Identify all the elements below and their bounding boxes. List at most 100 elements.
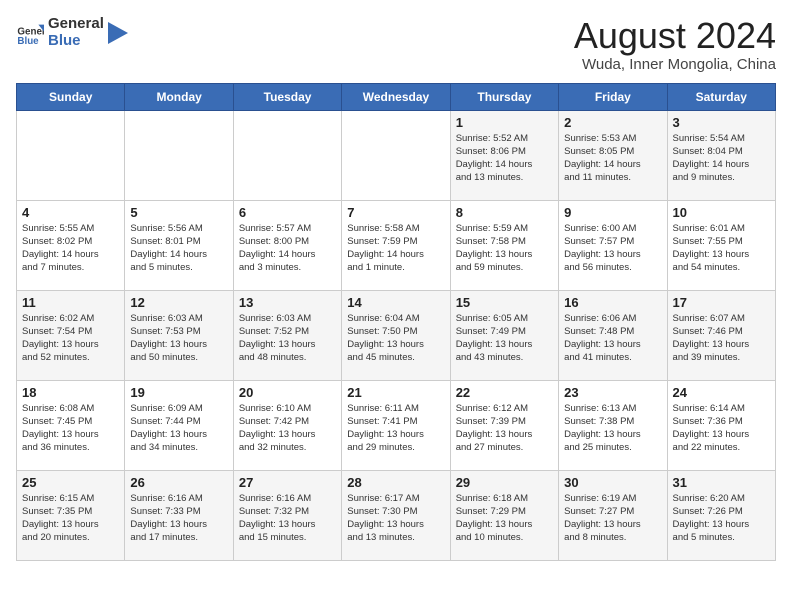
day-number: 4 — [22, 205, 119, 220]
calendar-cell: 24Sunrise: 6:14 AM Sunset: 7:36 PM Dayli… — [667, 380, 775, 470]
day-info: Sunrise: 5:56 AM Sunset: 8:01 PM Dayligh… — [130, 222, 227, 275]
header-day-wednesday: Wednesday — [342, 83, 450, 110]
day-info: Sunrise: 6:11 AM Sunset: 7:41 PM Dayligh… — [347, 402, 444, 455]
calendar-cell — [17, 110, 125, 200]
day-number: 2 — [564, 115, 661, 130]
header-day-tuesday: Tuesday — [233, 83, 341, 110]
day-number: 18 — [22, 385, 119, 400]
day-info: Sunrise: 6:09 AM Sunset: 7:44 PM Dayligh… — [130, 402, 227, 455]
logo-text-blue: Blue — [48, 33, 104, 50]
day-info: Sunrise: 5:57 AM Sunset: 8:00 PM Dayligh… — [239, 222, 336, 275]
day-info: Sunrise: 6:16 AM Sunset: 7:32 PM Dayligh… — [239, 492, 336, 545]
calendar-cell: 30 Sunrise: 6:19 AM Sunset: 7:27 PM Dayli… — [559, 470, 667, 560]
day-number: 19 — [130, 385, 227, 400]
day-number: 26 — [130, 475, 227, 490]
day-info: Sunrise: 6:03 AM Sunset: 7:53 PM Dayligh… — [130, 312, 227, 365]
day-info: Sunrise: 6:07 AM Sunset: 7:46 PM Dayligh… — [673, 312, 770, 365]
day-info: Sunrise: 6:10 AM Sunset: 7:42 PM Dayligh… — [239, 402, 336, 455]
arrow-icon — [108, 22, 128, 44]
header-day-saturday: Saturday — [667, 83, 775, 110]
day-number: 8 — [456, 205, 553, 220]
day-info: Sunrise: 5:59 AM Sunset: 7:58 PM Dayligh… — [456, 222, 553, 275]
day-number: 1 — [456, 115, 553, 130]
day-number: 24 — [673, 385, 770, 400]
calendar-cell: 7Sunrise: 5:58 AM Sunset: 7:59 PM Daylig… — [342, 200, 450, 290]
day-number: 10 — [673, 205, 770, 220]
calendar-cell: 12 Sunrise: 6:03 AM Sunset: 7:53 PM Dayli… — [125, 290, 233, 380]
day-number: 13 — [239, 295, 336, 310]
day-number: 3 — [673, 115, 770, 130]
calendar-cell: 28Sunrise: 6:17 AM Sunset: 7:30 PM Dayli… — [342, 470, 450, 560]
header-day-monday: Monday — [125, 83, 233, 110]
day-number: 27 — [239, 475, 336, 490]
calendar-cell: 23Sunrise: 6:13 AM Sunset: 7:38 PM Dayli… — [559, 380, 667, 470]
calendar-week-1: 4 Sunrise: 5:55 AM Sunset: 8:02 PM Daylig… — [17, 200, 776, 290]
day-number: 20 — [239, 385, 336, 400]
day-number: 12 — [130, 295, 227, 310]
day-info: Sunrise: 6:05 AM Sunset: 7:49 PM Dayligh… — [456, 312, 553, 365]
calendar-cell: 5 Sunrise: 5:56 AM Sunset: 8:01 PM Daylig… — [125, 200, 233, 290]
day-info: Sunrise: 6:13 AM Sunset: 7:38 PM Dayligh… — [564, 402, 661, 455]
day-info: Sunrise: 6:18 AM Sunset: 7:29 PM Dayligh… — [456, 492, 553, 545]
day-info: Sunrise: 5:58 AM Sunset: 7:59 PM Dayligh… — [347, 222, 444, 275]
day-number: 5 — [130, 205, 227, 220]
calendar-cell: 16 Sunrise: 6:06 AM Sunset: 7:48 PM Dayli… — [559, 290, 667, 380]
day-info: Sunrise: 6:12 AM Sunset: 7:39 PM Dayligh… — [456, 402, 553, 455]
calendar-cell — [342, 110, 450, 200]
day-number: 15 — [456, 295, 553, 310]
day-info: Sunrise: 6:19 AM Sunset: 7:27 PM Dayligh… — [564, 492, 661, 545]
calendar-cell: 26 Sunrise: 6:16 AM Sunset: 7:33 PM Dayli… — [125, 470, 233, 560]
day-info: Sunrise: 5:53 AM Sunset: 8:05 PM Dayligh… — [564, 132, 661, 185]
header-day-sunday: Sunday — [17, 83, 125, 110]
day-number: 9 — [564, 205, 661, 220]
day-info: Sunrise: 6:08 AM Sunset: 7:45 PM Dayligh… — [22, 402, 119, 455]
header: General Blue General Blue August 2024 Wu… — [16, 16, 776, 73]
calendar-cell: 2 Sunrise: 5:53 AM Sunset: 8:05 PM Daylig… — [559, 110, 667, 200]
day-number: 16 — [564, 295, 661, 310]
day-info: Sunrise: 6:02 AM Sunset: 7:54 PM Dayligh… — [22, 312, 119, 365]
day-number: 29 — [456, 475, 553, 490]
day-info: Sunrise: 6:20 AM Sunset: 7:26 PM Dayligh… — [673, 492, 770, 545]
day-info: Sunrise: 6:01 AM Sunset: 7:55 PM Dayligh… — [673, 222, 770, 275]
calendar-cell: 29 Sunrise: 6:18 AM Sunset: 7:29 PM Dayli… — [450, 470, 558, 560]
day-info: Sunrise: 5:52 AM Sunset: 8:06 PM Dayligh… — [456, 132, 553, 185]
header-day-friday: Friday — [559, 83, 667, 110]
logo-text-general: General — [48, 16, 104, 33]
day-number: 25 — [22, 475, 119, 490]
calendar-cell: 21 Sunrise: 6:11 AM Sunset: 7:41 PM Dayli… — [342, 380, 450, 470]
main-title: August 2024 — [574, 16, 776, 56]
day-number: 31 — [673, 475, 770, 490]
day-number: 28 — [347, 475, 444, 490]
logo-icon: General Blue — [16, 19, 44, 47]
calendar-cell: 9Sunrise: 6:00 AM Sunset: 7:57 PM Daylig… — [559, 200, 667, 290]
day-number: 30 — [564, 475, 661, 490]
day-number: 22 — [456, 385, 553, 400]
calendar-cell: 27 Sunrise: 6:16 AM Sunset: 7:32 PM Dayli… — [233, 470, 341, 560]
day-info: Sunrise: 5:55 AM Sunset: 8:02 PM Dayligh… — [22, 222, 119, 275]
day-info: Sunrise: 6:16 AM Sunset: 7:33 PM Dayligh… — [130, 492, 227, 545]
calendar-cell: 8 Sunrise: 5:59 AM Sunset: 7:58 PM Daylig… — [450, 200, 558, 290]
day-number: 21 — [347, 385, 444, 400]
calendar-week-3: 18 Sunrise: 6:08 AM Sunset: 7:45 PM Dayli… — [17, 380, 776, 470]
calendar-cell: 17 Sunrise: 6:07 AM Sunset: 7:46 PM Dayli… — [667, 290, 775, 380]
calendar-cell: 1 Sunrise: 5:52 AM Sunset: 8:06 PM Daylig… — [450, 110, 558, 200]
calendar-cell: 11 Sunrise: 6:02 AM Sunset: 7:54 PM Dayli… — [17, 290, 125, 380]
day-number: 11 — [22, 295, 119, 310]
day-info: Sunrise: 6:04 AM Sunset: 7:50 PM Dayligh… — [347, 312, 444, 365]
calendar-cell: 22 Sunrise: 6:12 AM Sunset: 7:39 PM Dayli… — [450, 380, 558, 470]
calendar-cell: 19 Sunrise: 6:09 AM Sunset: 7:44 PM Dayli… — [125, 380, 233, 470]
logo: General Blue General Blue — [16, 16, 128, 49]
header-day-thursday: Thursday — [450, 83, 558, 110]
calendar-cell: 31 Sunrise: 6:20 AM Sunset: 7:26 PM Dayli… — [667, 470, 775, 560]
day-info: Sunrise: 6:03 AM Sunset: 7:52 PM Dayligh… — [239, 312, 336, 365]
calendar-cell: 6Sunrise: 5:57 AM Sunset: 8:00 PM Daylig… — [233, 200, 341, 290]
calendar-cell — [125, 110, 233, 200]
calendar-cell: 25Sunrise: 6:15 AM Sunset: 7:35 PM Dayli… — [17, 470, 125, 560]
day-info: Sunrise: 6:06 AM Sunset: 7:48 PM Dayligh… — [564, 312, 661, 365]
svg-text:Blue: Blue — [17, 36, 39, 47]
calendar-week-4: 25Sunrise: 6:15 AM Sunset: 7:35 PM Dayli… — [17, 470, 776, 560]
calendar-cell — [233, 110, 341, 200]
title-area: August 2024 Wuda, Inner Mongolia, China — [574, 16, 776, 73]
day-number: 17 — [673, 295, 770, 310]
day-number: 14 — [347, 295, 444, 310]
